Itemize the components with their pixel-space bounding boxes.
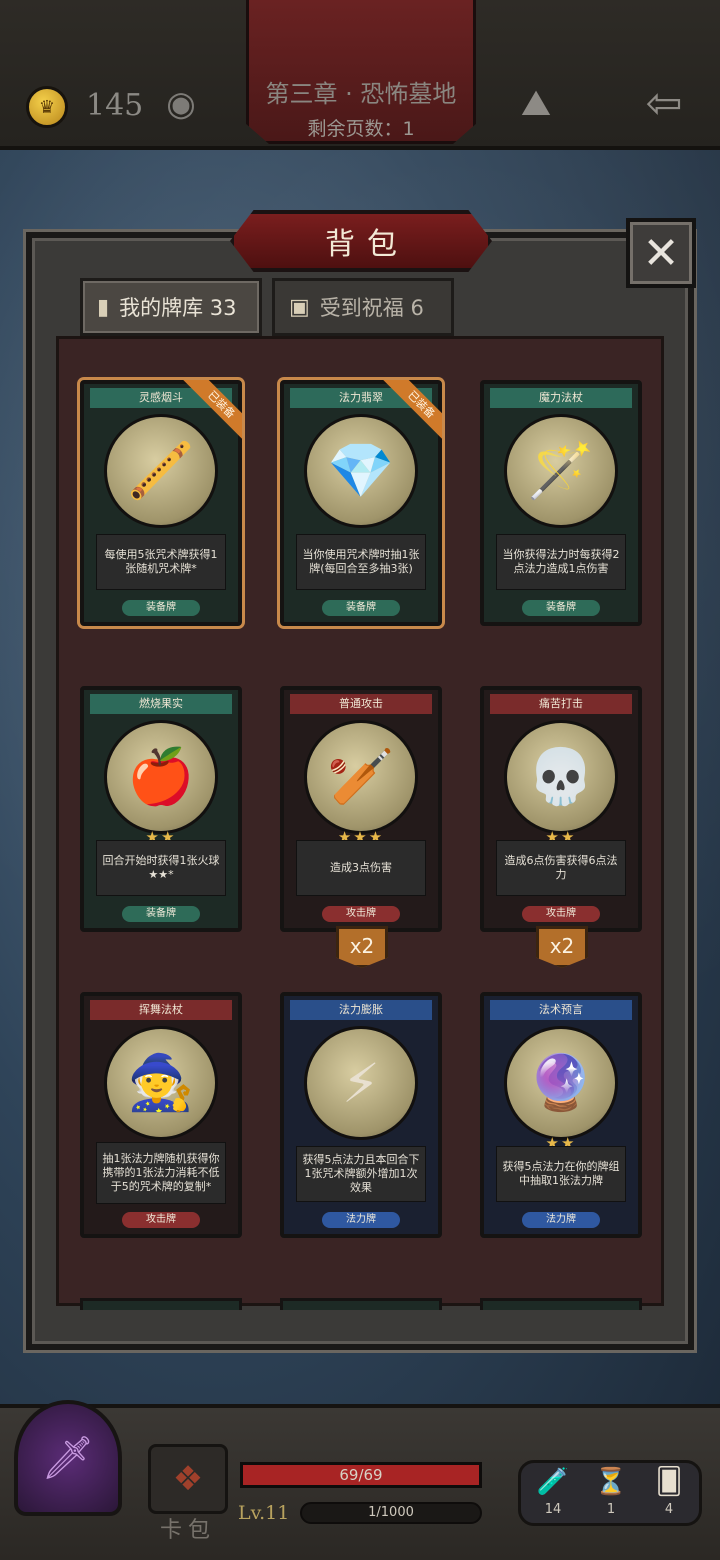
card-type-badge: 攻击牌 (322, 906, 400, 922)
backpack-title-plate: 背包 (230, 210, 492, 272)
hourglass-icon: ⏳ (594, 1467, 628, 1497)
coin-icon: ♛ (26, 86, 68, 128)
card-description: 每使用5张咒术牌获得1张随机咒术牌* (96, 534, 226, 590)
equipped-ribbon: 已装备 (382, 380, 442, 440)
cards-icon: 🂠 (655, 1467, 683, 1497)
card-type-badge: 装备牌 (322, 600, 400, 616)
witch-icon: 🧙 (104, 1026, 218, 1140)
coin-count: 145 (86, 88, 144, 123)
card-description: 抽1张法力牌随机获得你携带的1张法力消耗不低于5的咒术牌的复制* (96, 1142, 226, 1204)
resource-cards[interactable]: 🂠 4 (644, 1466, 694, 1517)
card-description: 造成3点伤害 (296, 840, 426, 896)
card-item[interactable]: 法力膨胀 ⚡ 获得5点法力且本回合下1张咒术牌额外增加1次效果 法力牌 (280, 992, 442, 1238)
card-item-partial[interactable] (280, 1298, 442, 1310)
card-type-badge: 装备牌 (522, 600, 600, 616)
map-icon[interactable]: ⛰ (510, 82, 562, 126)
pages-left: 剩余页数：1 (307, 118, 415, 140)
card-item[interactable]: 灵感烟斗 🪈 每使用5张咒术牌获得1张随机咒术牌* 装备牌 已装备 (80, 380, 242, 626)
resource-hourglass[interactable]: ⏳ 1 (586, 1466, 636, 1517)
card-item[interactable]: 魔力法杖 🪄 当你获得法力时每获得2点法力造成1点伤害 装备牌 (480, 380, 642, 626)
card-description: 造成6点伤害获得6点法力 (496, 840, 626, 896)
card-type-badge: 装备牌 (122, 600, 200, 616)
resource-count: 4 (664, 1502, 674, 1517)
card-item-partial[interactable] (480, 1298, 642, 1310)
card-name: 法术预言 (490, 1000, 632, 1020)
card-item[interactable]: 燃烧果实 🍎 ★★ 回合开始时获得1张火球★★* 装备牌 (80, 686, 242, 932)
card-type-badge: 攻击牌 (522, 906, 600, 922)
card-item-partial[interactable] (80, 1298, 242, 1310)
tab-label: 我的牌库 33 (119, 296, 237, 320)
card-type-badge: 攻击牌 (122, 1212, 200, 1228)
card-item[interactable]: 普通攻击 🏏 ★★★ 造成3点伤害 攻击牌 (280, 686, 442, 932)
gift-icon: ▣ (289, 294, 310, 320)
equipped-ribbon: 已装备 (182, 380, 242, 440)
resource-count: 1 (606, 1502, 616, 1517)
resource-potion[interactable]: 🧪 14 (528, 1466, 578, 1517)
eye-icon[interactable]: ◉ (158, 86, 204, 122)
hp-text: 69/69 (339, 1466, 383, 1484)
tab-label: 受到祝福 6 (319, 296, 424, 320)
xp-bar: 1/1000 (300, 1502, 482, 1524)
orb-icon: 🔮 (504, 1026, 618, 1140)
card-description: 当你获得法力时每获得2点法力造成1点伤害 (496, 534, 626, 590)
card-name: 燃烧果实 (90, 694, 232, 714)
staff-icon: 🪄 (504, 414, 618, 528)
dagger-icon: 🗡 (41, 1433, 95, 1482)
pack-icon: ❖ (172, 1459, 204, 1499)
card-item[interactable]: 痛苦打击 💀 ★★ 造成6点伤害获得6点法力 攻击牌 (480, 686, 642, 932)
skull-strike-icon: 💀 (504, 720, 618, 834)
close-button[interactable]: ✕ (626, 218, 696, 288)
card-description: 获得5点法力且本回合下1张咒术牌额外增加1次效果 (296, 1146, 426, 1202)
card-icon: ▮ (97, 294, 110, 320)
club-icon: 🏏 (304, 720, 418, 834)
card-pack-label: 卡包 (159, 1518, 216, 1543)
tab-blessings[interactable]: ▣ 受到祝福 6 (272, 278, 454, 336)
resource-count: 14 (544, 1502, 562, 1517)
card-name: 痛苦打击 (490, 694, 632, 714)
card-name: 法力膨胀 (290, 1000, 432, 1020)
fruit-icon: 🍎 (104, 720, 218, 834)
level-text: Lv.11 (238, 1502, 290, 1524)
card-item[interactable]: 法术预言 🔮 ★★ 获得5点法力在你的牌组中抽取1张法力牌 法力牌 (480, 992, 642, 1238)
tab-my-deck[interactable]: ▮ 我的牌库 33 (80, 278, 262, 336)
card-type-badge: 法力牌 (522, 1212, 600, 1228)
chapter-title: 第三章 · 恐怖墓地 (265, 80, 457, 108)
card-item[interactable]: 挥舞法杖 🧙 抽1张法力牌随机获得你携带的1张法力消耗不低于5的咒术牌的复制* … (80, 992, 242, 1238)
card-name: 挥舞法杖 (90, 1000, 232, 1020)
close-icon: ✕ (642, 227, 680, 279)
card-type-badge: 装备牌 (122, 906, 200, 922)
character-portrait[interactable]: 🗡 (14, 1400, 122, 1516)
lightning-icon: ⚡ (304, 1026, 418, 1140)
card-description: 获得5点法力在你的牌组中抽取1张法力牌 (496, 1146, 626, 1202)
card-item[interactable]: 法力翡翠 💎 当你使用咒术牌时抽1张牌(每回合至多抽3张) 装备牌 已装备 (280, 380, 442, 626)
card-description: 回合开始时获得1张火球★★* (96, 840, 226, 896)
potion-icon: 🧪 (536, 1467, 570, 1497)
card-description: 当你使用咒术牌时抽1张牌(每回合至多抽3张) (296, 534, 426, 590)
card-pack-button[interactable]: ❖ (148, 1444, 228, 1514)
card-name: 普通攻击 (290, 694, 432, 714)
back-arrow-icon[interactable]: ⇦ (636, 82, 692, 126)
card-name: 魔力法杖 (490, 388, 632, 408)
card-type-badge: 法力牌 (322, 1212, 400, 1228)
backpack-title: 背包 (325, 227, 409, 262)
